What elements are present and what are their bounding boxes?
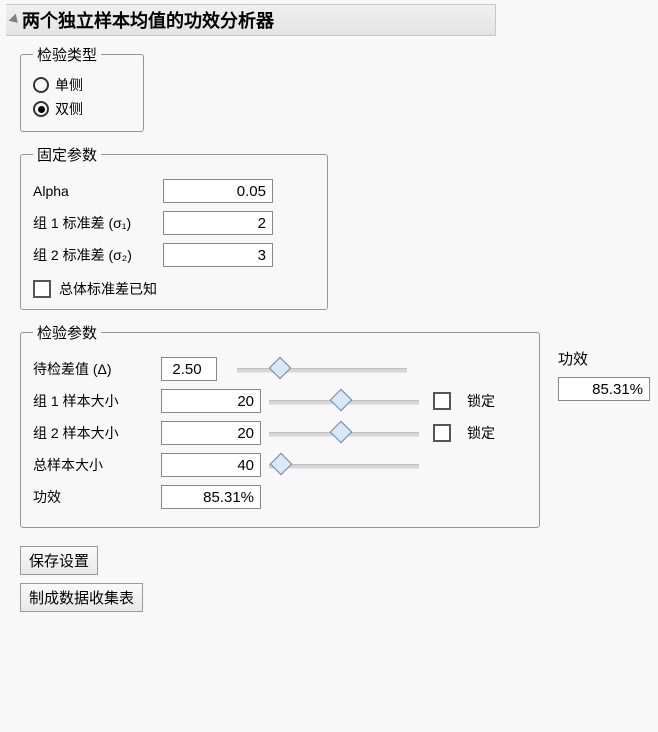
fixed-params-group: 固定参数 Alpha 组 1 标准差 (σ₁) 组 2 标准差 (σ₂) 总体标… bbox=[20, 144, 328, 310]
radio-icon bbox=[33, 77, 49, 93]
slider-thumb-icon[interactable] bbox=[330, 389, 353, 412]
power-input[interactable] bbox=[161, 485, 261, 509]
fixed-params-legend: 固定参数 bbox=[33, 144, 101, 165]
ntotal-slider[interactable] bbox=[269, 455, 419, 475]
n1-lock-checkbox[interactable] bbox=[433, 392, 451, 410]
radio-two-sided[interactable]: 双侧 bbox=[33, 99, 131, 119]
known-sd-label: 总体标准差已知 bbox=[59, 279, 157, 299]
sd2-label: 组 2 标准差 (σ₂) bbox=[33, 245, 163, 265]
delta-slider[interactable] bbox=[237, 359, 407, 379]
ntotal-label: 总样本大小 bbox=[33, 455, 153, 475]
ntotal-input[interactable] bbox=[161, 453, 261, 477]
test-params-legend: 检验参数 bbox=[33, 322, 101, 343]
radio-label: 双侧 bbox=[55, 99, 83, 119]
alpha-label: Alpha bbox=[33, 183, 163, 199]
slider-track bbox=[237, 368, 407, 373]
n2-slider[interactable] bbox=[269, 423, 419, 443]
sd1-label: 组 1 标准差 (σ₁) bbox=[33, 213, 163, 233]
n1-slider[interactable] bbox=[269, 391, 419, 411]
n1-lock-label: 锁定 bbox=[467, 391, 495, 411]
save-settings-button[interactable]: 保存设置 bbox=[20, 546, 98, 575]
slider-thumb-icon[interactable] bbox=[268, 357, 291, 380]
panel-header[interactable]: 两个独立样本均值的功效分析器 bbox=[6, 4, 496, 36]
n1-input[interactable] bbox=[161, 389, 261, 413]
checkbox-icon bbox=[33, 280, 51, 298]
delta-input[interactable] bbox=[161, 357, 217, 381]
test-type-legend: 检验类型 bbox=[33, 44, 101, 65]
power-result-label: 功效 bbox=[558, 348, 650, 369]
make-data-table-button[interactable]: 制成数据收集表 bbox=[20, 583, 143, 612]
sd1-input[interactable] bbox=[163, 211, 273, 235]
test-params-group: 检验参数 待检差值 (Δ) 组 1 样本大小 bbox=[20, 322, 540, 528]
panel-title: 两个独立样本均值的功效分析器 bbox=[22, 7, 274, 33]
alpha-input[interactable] bbox=[163, 179, 273, 203]
slider-thumb-icon[interactable] bbox=[330, 421, 353, 444]
slider-thumb-icon[interactable] bbox=[270, 453, 293, 476]
power-label: 功效 bbox=[33, 487, 153, 507]
n2-lock-label: 锁定 bbox=[467, 423, 495, 443]
sd2-input[interactable] bbox=[163, 243, 273, 267]
n2-label: 组 2 样本大小 bbox=[33, 423, 153, 443]
n1-label: 组 1 样本大小 bbox=[33, 391, 153, 411]
disclosure-triangle-icon[interactable] bbox=[9, 14, 22, 27]
n2-input[interactable] bbox=[161, 421, 261, 445]
radio-icon bbox=[33, 101, 49, 117]
power-result-value: 85.31% bbox=[558, 377, 650, 401]
power-result-panel: 功效 85.31% bbox=[558, 348, 650, 401]
known-sd-checkbox[interactable]: 总体标准差已知 bbox=[33, 279, 315, 299]
delta-label: 待检差值 (Δ) bbox=[33, 359, 153, 379]
n2-lock-checkbox[interactable] bbox=[433, 424, 451, 442]
radio-label: 单侧 bbox=[55, 75, 83, 95]
test-type-group: 检验类型 单侧 双侧 bbox=[20, 44, 144, 132]
radio-one-sided[interactable]: 单侧 bbox=[33, 75, 131, 95]
